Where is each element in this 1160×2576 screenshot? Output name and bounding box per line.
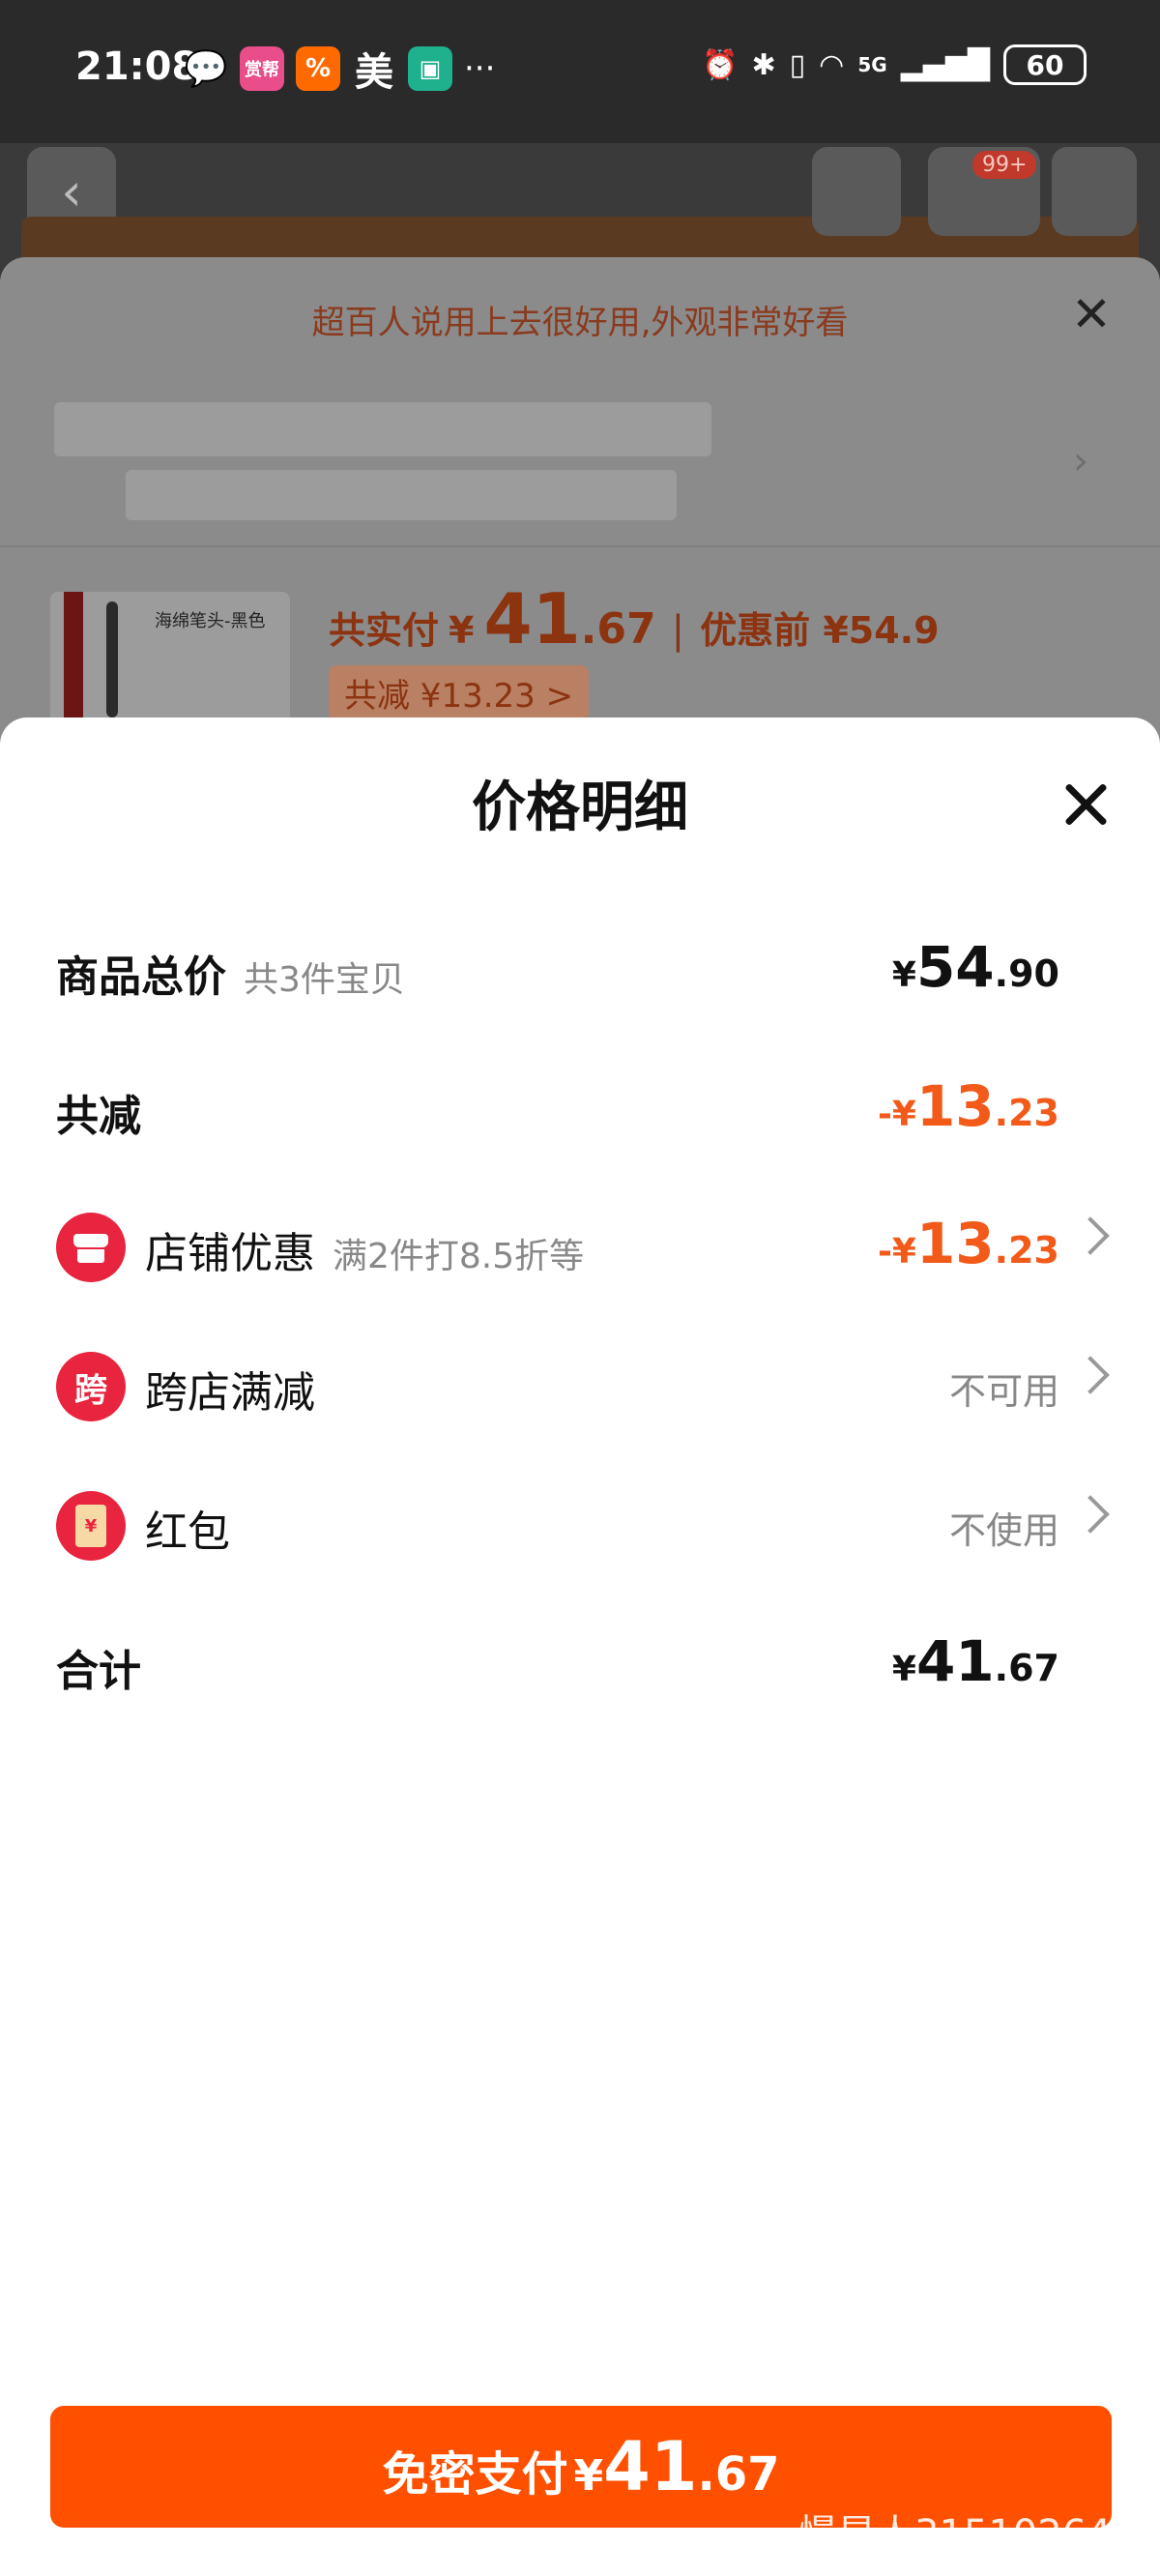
sheet-title: 价格明细 bbox=[472, 776, 688, 839]
battery-level: 60 bbox=[1026, 48, 1064, 81]
price-decimal: .67 bbox=[580, 604, 656, 654]
taobao-icon: % bbox=[296, 46, 340, 91]
row-grand-total: 合计 ¥41.67 bbox=[0, 1611, 1160, 1708]
price-detail-sheet: 价格明细 商品总价 共3件宝贝 ¥54.90 共减 -¥ 13.23 店铺优惠 满2件… bbox=[0, 717, 1160, 2576]
original-price: 优惠前 ¥54.9 bbox=[700, 609, 940, 652]
shop-discount-label: 店铺优惠 满2件打8.5折等 bbox=[145, 1229, 585, 1278]
price-separator: | bbox=[671, 608, 685, 653]
shop-icon bbox=[56, 1213, 126, 1282]
shipping-info-blurred bbox=[126, 470, 677, 520]
chevron-right-icon bbox=[1071, 1495, 1110, 1534]
row-total-reduction: 共减 -¥ 13.23 bbox=[0, 1056, 1160, 1153]
wechat-icon: 💬 bbox=[184, 49, 228, 89]
vibrate-icon: ▯ bbox=[789, 47, 806, 82]
chevron-right-icon bbox=[1071, 1216, 1110, 1255]
share-icon bbox=[812, 147, 901, 236]
goods-total-value: ¥54.90 bbox=[891, 934, 1059, 1000]
status-indicators: ⏰ ✱ ▯ ◠ 5G ▂▄▆█ 60 bbox=[702, 44, 1087, 85]
cross-store-status: 不可用 bbox=[948, 1370, 1059, 1413]
status-app-icons: 💬 赏帮 % 美 ▣ ··· bbox=[184, 46, 496, 95]
red-packet-status: 不使用 bbox=[948, 1509, 1059, 1552]
pay-amount-decimal: .67 bbox=[697, 2447, 780, 2502]
product-thumbnail: 海绵笔头-黑色 bbox=[50, 592, 290, 727]
watermark: 慢星人31510264R bbox=[798, 2512, 1139, 2557]
address-blurred bbox=[54, 402, 711, 456]
goods-count: 共3件宝贝 bbox=[244, 960, 405, 1000]
total-reduction-label: 共减 bbox=[56, 1092, 141, 1141]
red-packet-label: 红包 bbox=[145, 1508, 230, 1557]
shangbang-icon: 赏帮 bbox=[240, 46, 284, 91]
pay-amount-integer: 41 bbox=[603, 2427, 698, 2506]
row-shop-discount[interactable]: 店铺优惠 满2件打8.5折等 -¥ 13.23 bbox=[0, 1193, 1160, 1290]
reduction-chip: 共减 ¥13.23 > bbox=[329, 665, 590, 720]
total-reduction-value: -¥ 13.23 bbox=[877, 1073, 1059, 1139]
pay-button-label: 免密支付 bbox=[382, 2447, 568, 2502]
product-price-summary: 共实付 ¥ 41.67 | 优惠前 ¥54.9 bbox=[329, 578, 940, 659]
currency-symbol: ¥ bbox=[449, 609, 475, 652]
status-bar: 21:08 💬 赏帮 % 美 ▣ ··· ⏰ ✱ ▯ ◠ 5G ▂▄▆█ 60 bbox=[0, 0, 1160, 143]
cross-store-label: 跨店满减 bbox=[145, 1368, 315, 1418]
row-goods-total: 商品总价 共3件宝贝 ¥54.90 bbox=[0, 917, 1160, 1013]
shop-discount-rule: 满2件打8.5折等 bbox=[333, 1237, 585, 1276]
more-icon bbox=[1052, 147, 1137, 236]
row-red-packet[interactable]: ¥ 红包 不使用 bbox=[0, 1472, 1160, 1568]
network-label: 5G bbox=[857, 53, 887, 76]
signal-icon: ▂▄▆█ bbox=[900, 47, 990, 82]
order-summary-sheet: 超百人说用上去很好用,外观非常好看 ✕ › 海绵笔头-黑色 共实付 ¥ 41.6… bbox=[0, 257, 1160, 760]
goods-total-label: 商品总价 共3件宝贝 bbox=[56, 952, 405, 1002]
row-cross-store-discount[interactable]: 跨 跨店满减 不可用 bbox=[0, 1332, 1160, 1429]
wifi-icon: ◠ bbox=[819, 47, 845, 82]
divider bbox=[0, 545, 1160, 547]
chevron-right-icon: › bbox=[1073, 439, 1088, 483]
mijia-icon: ▣ bbox=[408, 46, 452, 91]
bluetooth-icon: ✱ bbox=[751, 47, 776, 82]
thumbnail-caption: 海绵笔头-黑色 bbox=[155, 611, 266, 631]
pay-currency: ¥ bbox=[573, 2451, 604, 2501]
battery-icon: 60 bbox=[1003, 44, 1087, 85]
price-integer: 41 bbox=[483, 578, 581, 659]
review-tip-banner: 超百人说用上去很好用,外观非常好看 bbox=[311, 304, 849, 342]
cross-store-icon: 跨 bbox=[56, 1352, 126, 1421]
paid-label: 共实付 bbox=[329, 609, 440, 652]
grand-total-value: ¥41.67 bbox=[891, 1628, 1059, 1694]
more-notifications-icon: ··· bbox=[464, 49, 496, 88]
shop-discount-value: -¥ 13.23 bbox=[877, 1211, 1059, 1276]
red-packet-icon: ¥ bbox=[56, 1491, 126, 1561]
status-time: 21:08 bbox=[75, 44, 199, 89]
meituan-icon: 美 bbox=[355, 50, 393, 95]
alarm-icon: ⏰ bbox=[702, 47, 739, 82]
close-icon: ✕ bbox=[1071, 286, 1112, 342]
cart-badge: 99+ bbox=[972, 151, 1037, 179]
grand-total-label: 合计 bbox=[56, 1647, 141, 1696]
chevron-right-icon bbox=[1071, 1356, 1110, 1394]
close-button[interactable] bbox=[1059, 777, 1114, 832]
